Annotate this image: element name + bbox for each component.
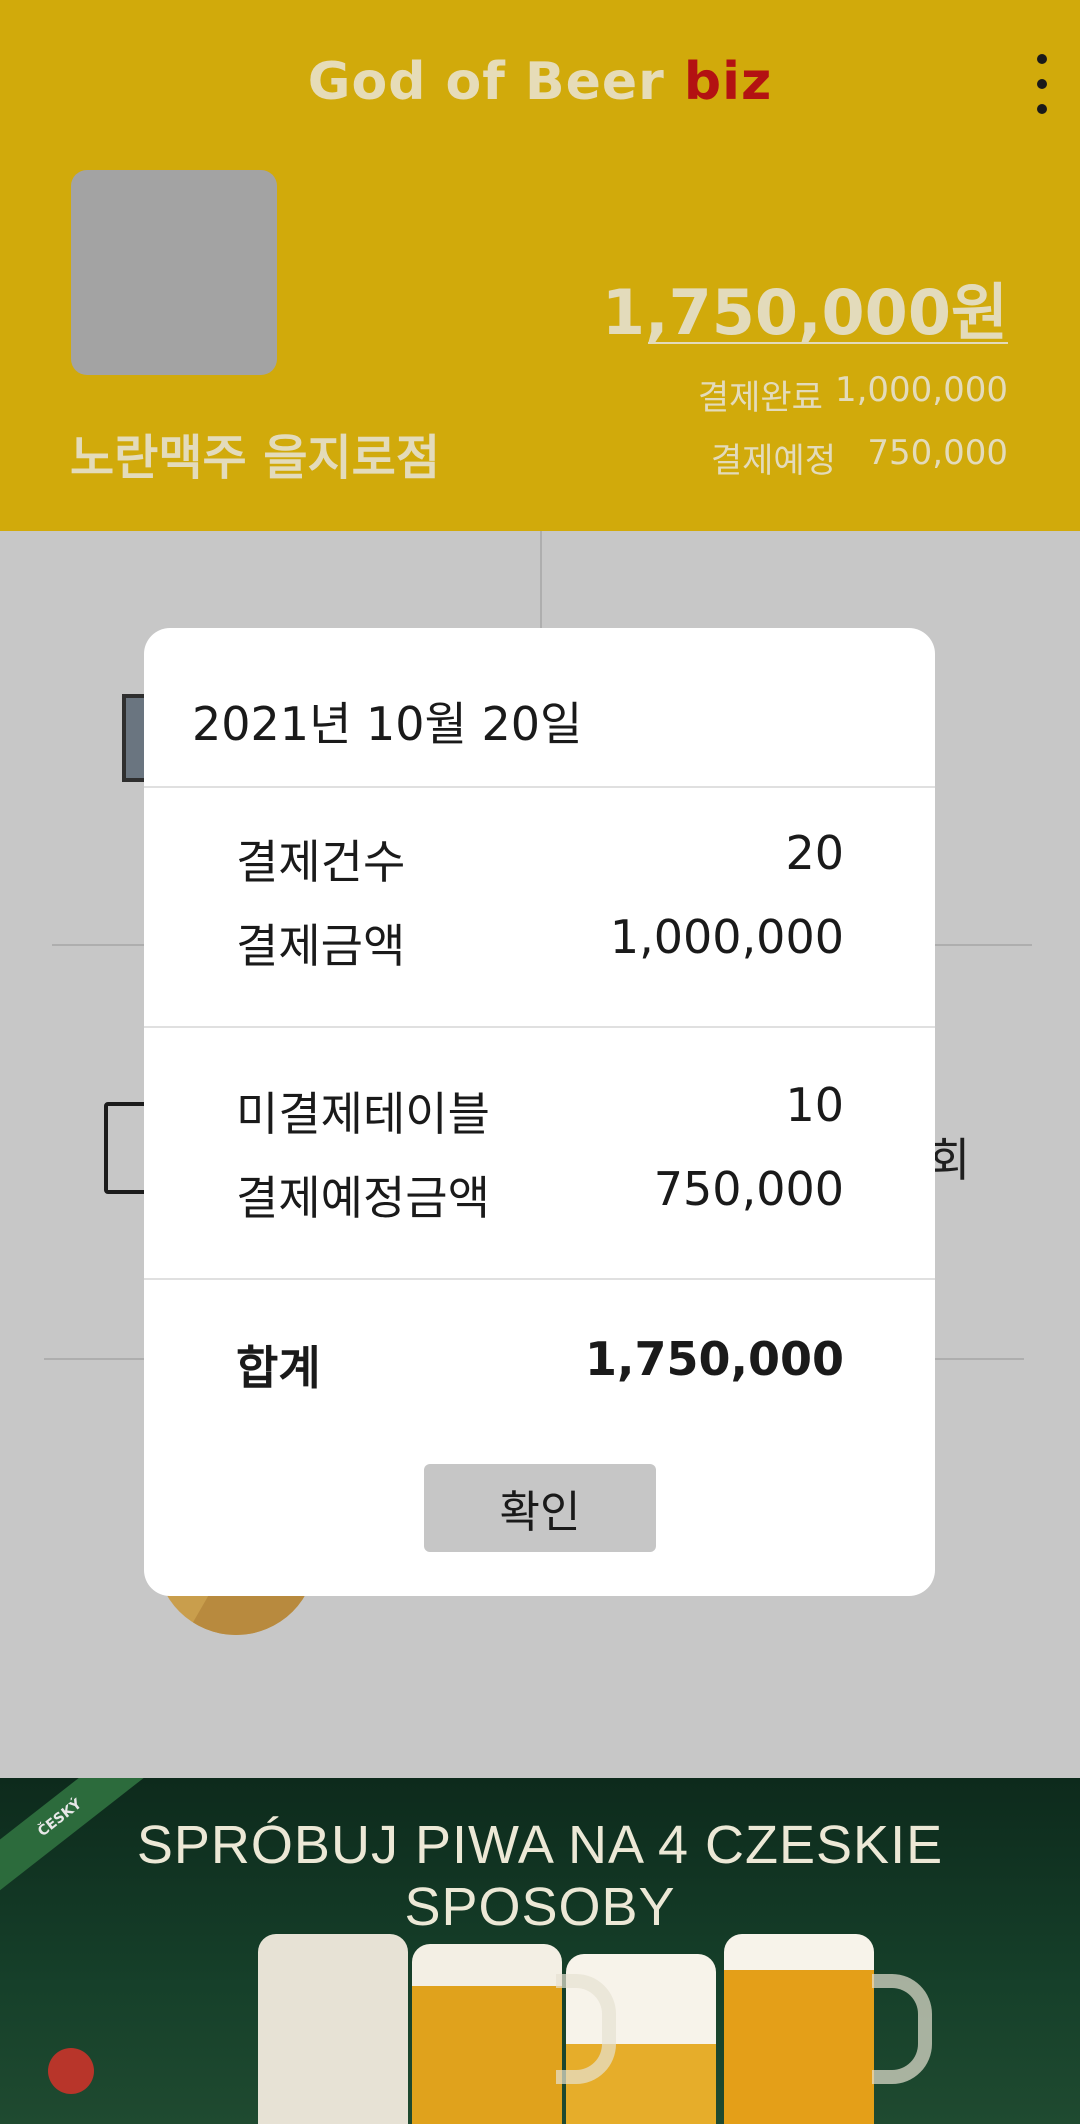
- total-label: 합계: [236, 1341, 321, 1395]
- summary-dialog: 2021년 10월 20일 결제건수 20 결제금액 1,000,000 미결제…: [144, 628, 935, 1596]
- payment-count-row: 결제건수 20: [236, 826, 844, 892]
- beer-mug-image: [258, 1934, 408, 2124]
- beer-mug-image: [412, 1944, 562, 2124]
- brewery-logo: [48, 2048, 94, 2094]
- unpaid-tables-label: 미결제테이블: [236, 1087, 490, 1141]
- app-title: God of Beer biz: [0, 52, 1080, 112]
- header: God of Beer biz 노란맥주 을지로점 1,750,000원 결제완…: [0, 0, 1080, 531]
- scheduled-amount-value: 750,000: [653, 1162, 844, 1216]
- payment-amount-value: 1,000,000: [609, 910, 844, 964]
- scheduled-amount-label: 결제예정금액: [236, 1171, 490, 1225]
- total-underline: [648, 342, 1008, 344]
- total-amount: 1,750,000원: [601, 276, 1008, 349]
- mug-handle: [872, 1974, 932, 2084]
- scheduled-row: 결제예정 750,000: [711, 433, 1008, 482]
- unpaid-tables-value: 10: [785, 1078, 844, 1132]
- payment-count-label: 결제건수: [236, 835, 406, 889]
- app-title-accent: biz: [683, 52, 773, 112]
- total-row: 합계 1,750,000: [236, 1332, 844, 1398]
- payment-count-value: 20: [785, 826, 844, 880]
- divider: [144, 1278, 935, 1280]
- app-title-main: God of Beer: [307, 52, 684, 112]
- payment-amount-row: 결제금액 1,000,000: [236, 910, 844, 976]
- store-name: 노란맥주 을지로점: [70, 430, 440, 486]
- dialog-date: 2021년 10월 20일: [192, 697, 583, 751]
- total-value: 1,750,000: [585, 1332, 844, 1386]
- beer-mug-image: [724, 1934, 874, 2124]
- store-logo: [71, 170, 277, 375]
- scheduled-value: 750,000: [867, 433, 1008, 473]
- ad-headline: SPRÓBUJ PIWA NA 4 CZESKIE SPOSOBY: [136, 1815, 944, 1937]
- completed-row: 결제완료 1,000,000: [698, 370, 1008, 419]
- completed-label: 결제완료: [697, 378, 823, 418]
- divider: [144, 786, 935, 788]
- more-options-icon[interactable]: [1030, 54, 1054, 114]
- unpaid-tables-row: 미결제테이블 10: [236, 1078, 844, 1144]
- divider: [144, 1026, 935, 1028]
- scheduled-label: 결제예정: [710, 441, 836, 481]
- completed-value: 1,000,000: [834, 370, 1008, 410]
- ad-banner[interactable]: ČESKÝ SPRÓBUJ PIWA NA 4 CZESKIE SPOSOBY: [0, 1778, 1080, 2124]
- confirm-button[interactable]: 확인: [424, 1464, 656, 1552]
- scheduled-amount-row: 결제예정금액 750,000: [236, 1162, 844, 1228]
- mug-handle: [556, 1974, 616, 2084]
- payment-amount-label: 결제금액: [236, 919, 406, 973]
